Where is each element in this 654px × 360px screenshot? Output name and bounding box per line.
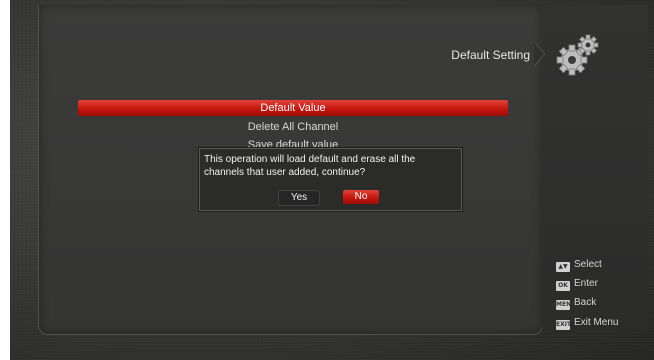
no-button[interactable]: No: [343, 190, 379, 204]
yes-button[interactable]: Yes: [278, 190, 320, 206]
gear-icon: [556, 34, 599, 76]
title-arrow-icon: [534, 42, 544, 66]
ok-key-icon: OK: [556, 281, 570, 291]
hint-back: MENUBack: [556, 296, 596, 310]
hint-label: Select: [574, 259, 602, 270]
menu-item-delete-all-channel[interactable]: Delete All Channel: [78, 119, 508, 135]
hint-enter: OK Enter: [556, 277, 598, 291]
hint-exit-menu: EXIT Exit Menu: [556, 316, 618, 330]
tv-screen: Default Setting Default Value Delete All…: [10, 0, 654, 360]
page-title: Default Setting: [451, 48, 530, 62]
menu-item-default-value[interactable]: Default Value: [78, 100, 508, 116]
hint-label: Back: [574, 297, 597, 308]
dialog-message: This operation will load default and era…: [204, 154, 416, 178]
menu-key-icon: MENU: [556, 300, 576, 310]
hint-label: Exit Menu: [574, 317, 619, 328]
hint-select: ▲▼ Select: [556, 258, 602, 272]
arrow-keys-icon: ▲▼: [556, 262, 570, 272]
hint-label: Enter: [574, 278, 598, 289]
confirm-dialog: This operation will load default and era…: [199, 148, 462, 211]
exit-key-icon: EXIT: [556, 320, 572, 330]
